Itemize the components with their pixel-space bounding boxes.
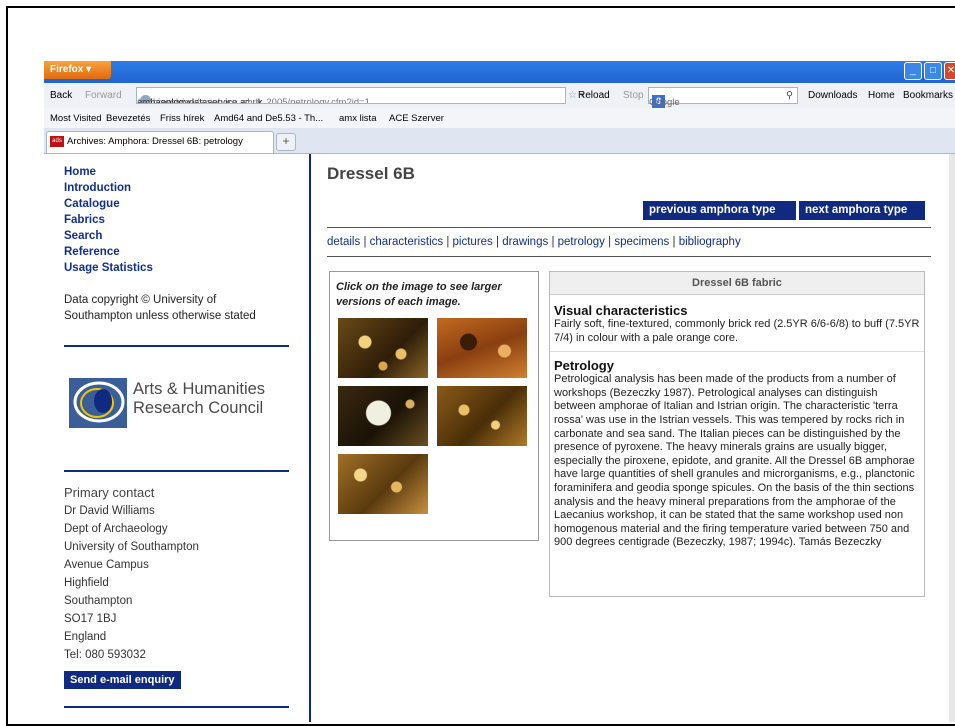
tab-petrology[interactable]: petrology (558, 236, 605, 248)
downloads-button[interactable]: Downloads (808, 90, 857, 101)
sidebar-link-usage-statistics[interactable]: Usage Statistics (64, 260, 153, 276)
stop-button[interactable]: Stop (623, 90, 644, 101)
address-bar[interactable]: archaeologydataservice.ac.uk/archives/vi… (136, 87, 566, 104)
send-email-enquiry-button[interactable]: Send e-mail enquiry (64, 671, 181, 689)
tab-specimens[interactable]: specimens (614, 236, 669, 248)
visual-characteristics-text: Fairly soft, fine-textured, commonly bri… (554, 318, 920, 344)
fabric-header: Dressel 6B fabric (550, 272, 924, 295)
tab-bibliography[interactable]: bibliography (679, 236, 741, 248)
bookmarks-button[interactable]: Bookmarks (903, 90, 953, 101)
bookmark-item[interactable]: Most Visited (50, 113, 102, 124)
contact-line: Avenue Campus (64, 559, 149, 571)
petrology-thumbnail[interactable] (338, 454, 428, 514)
copyright-line: Southampton unless otherwise stated (64, 310, 256, 322)
fabric-panel: Dressel 6B fabric Visual characteristics… (549, 271, 925, 597)
ahrc-logo[interactable]: Arts & Humanities Research Council (69, 374, 309, 429)
divider (327, 227, 931, 228)
ahrc-logo-text: Arts & Humanities Research Council (133, 380, 265, 418)
vertical-scrollbar[interactable] (949, 154, 955, 722)
primary-contact: Primary contact Dr David Williams Dept o… (44, 484, 199, 664)
sidebar: Home Introduction Catalogue Fabrics Sear… (44, 154, 311, 722)
new-tab-button[interactable]: + (276, 133, 296, 151)
forward-button[interactable]: Forward (85, 90, 122, 101)
image-gallery: Click on the image to see larger version… (329, 271, 539, 541)
contact-line: Dept of Archaeology (64, 523, 168, 535)
bookmarks-toolbar: Most Visited Bevezetés Friss hírek Amd64… (44, 108, 955, 129)
bookmark-item[interactable]: Amd64 and De5.53 - Th... (214, 113, 323, 124)
petrology-thumbnail[interactable] (338, 386, 428, 446)
page-title: Dressel 6B (327, 164, 415, 183)
sidebar-link-fabrics[interactable]: Fabrics (64, 212, 153, 228)
tab-drawings[interactable]: drawings (502, 236, 548, 248)
divider (64, 706, 289, 708)
bookmark-item[interactable]: Bevezetés (106, 113, 150, 124)
copyright-line: Data copyright © University of (64, 294, 217, 306)
petrology-thumbnail[interactable] (437, 318, 527, 378)
sidebar-nav: Home Introduction Catalogue Fabrics Sear… (44, 164, 153, 276)
tab-pictures[interactable]: pictures (453, 236, 493, 248)
sidebar-link-home[interactable]: Home (64, 164, 153, 180)
reload-button[interactable]: Reload (578, 90, 610, 101)
browser-window: Firefox ▾ _ □ ✕ Back Forward archaeology… (44, 61, 955, 722)
contact-line: Highfield (64, 577, 109, 589)
logo-line: Research Council (133, 399, 264, 417)
sidebar-link-reference[interactable]: Reference (64, 244, 153, 260)
main-content: Dressel 6B previous amphora type next am… (327, 154, 933, 722)
next-amphora-type-button[interactable]: next amphora type (799, 201, 925, 220)
tab-strip: ads Archives: Amphora: Dressel 6B: petrol… (44, 128, 955, 154)
tab-characteristics[interactable]: characteristics (370, 236, 444, 248)
contact-heading: Primary contact (64, 485, 155, 500)
previous-amphora-type-button[interactable]: previous amphora type (643, 201, 796, 220)
tab-active[interactable]: ads Archives: Amphora: Dressel 6B: petrol… (46, 131, 274, 153)
divider (64, 470, 289, 472)
close-icon[interactable]: ✕ (944, 62, 955, 80)
logo-line: Arts & Humanities (133, 380, 266, 398)
bookmark-item[interactable]: Friss hírek (160, 113, 204, 124)
title-bar: Firefox ▾ _ □ ✕ (44, 61, 955, 83)
firefox-menu-button[interactable]: Firefox ▾ (44, 61, 111, 79)
sidebar-link-catalogue[interactable]: Catalogue (64, 196, 153, 212)
navigation-toolbar: Back Forward archaeologydataservice.ac.u… (44, 83, 955, 109)
gallery-caption: Click on the image to see larger version… (336, 281, 502, 308)
sidebar-link-search[interactable]: Search (64, 228, 153, 244)
petrology-thumbnail[interactable] (338, 318, 428, 378)
url-path: /archives/view/amphora_ahrb_2005/petrolo… (137, 97, 370, 104)
minimize-icon[interactable]: _ (904, 62, 922, 80)
petrology-heading: Petrology (554, 358, 614, 374)
section-tabs: details | characteristics | pictures | d… (327, 236, 741, 248)
contact-line: England (64, 631, 107, 643)
home-button[interactable]: Home (868, 90, 895, 101)
back-button[interactable]: Back (50, 90, 72, 101)
contact-line: University of Southampton (64, 541, 199, 553)
web-page: Home Introduction Catalogue Fabrics Sear… (44, 154, 955, 722)
contact-line: Tel: 080 593032 (64, 649, 146, 661)
tab-title: Archives: Amphora: Dressel 6B: petrology (67, 136, 243, 147)
contact-line: SO17 1BJ (64, 613, 117, 625)
contact-line: Southampton (64, 595, 133, 607)
tab-details[interactable]: details (327, 236, 360, 248)
petrology-text: Petrological analysis has been made of t… (554, 373, 915, 549)
favicon-icon: ads (50, 135, 64, 147)
divider (327, 256, 931, 257)
search-magnifier-icon[interactable]: ⚲ (786, 88, 793, 103)
bookmark-item[interactable]: ACE Szerver (389, 113, 444, 124)
divider (64, 345, 289, 347)
ahrc-logo-mark-icon (69, 378, 127, 428)
visual-characteristics-heading: Visual characteristics (554, 303, 688, 318)
contact-line: Dr David Williams (64, 505, 155, 517)
petrology-thumbnail[interactable] (437, 386, 527, 446)
divider (550, 351, 924, 353)
sidebar-link-introduction[interactable]: Introduction (64, 180, 153, 196)
copyright-notice: Data copyright © University of Southampt… (44, 292, 256, 324)
search-input[interactable]: 8 Google ⚲ (648, 87, 798, 108)
maximize-icon[interactable]: □ (924, 62, 942, 80)
bookmark-item[interactable]: amx lista (339, 113, 376, 124)
